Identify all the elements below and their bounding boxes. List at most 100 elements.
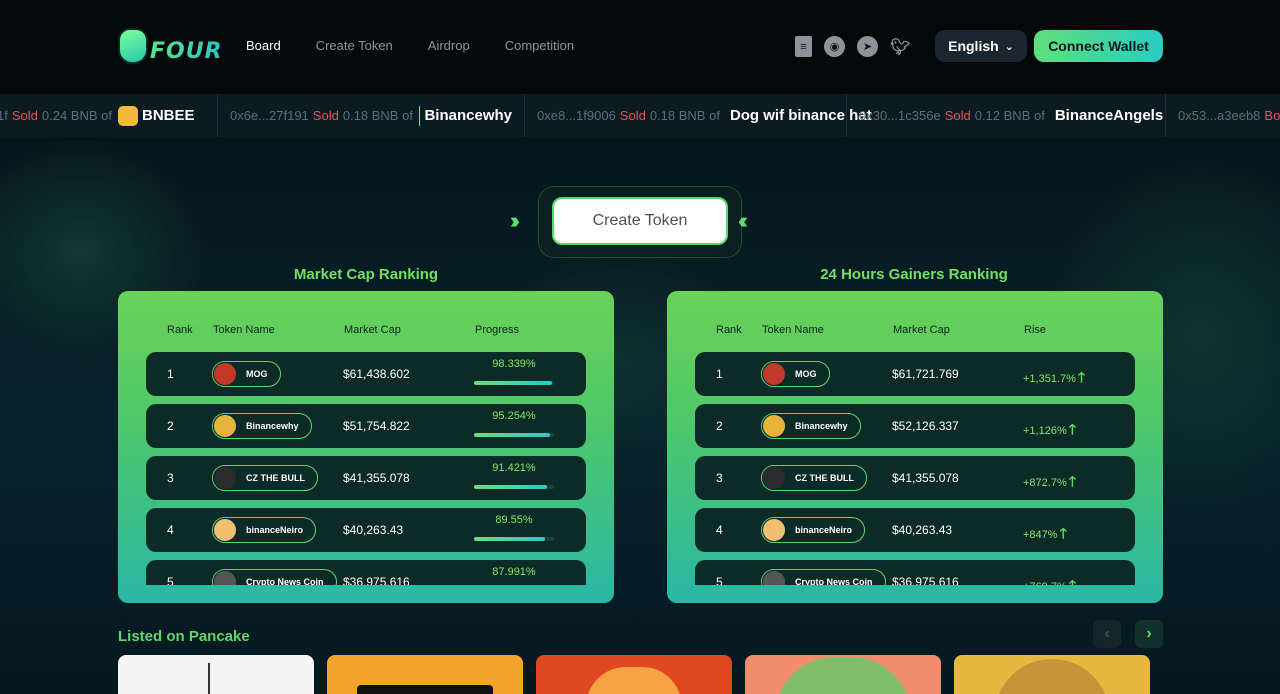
token-pill[interactable]: CZ THE BULL: [212, 465, 318, 491]
rise-value: +1,126%: [1023, 425, 1067, 437]
token-avatar-icon: [762, 518, 786, 542]
brand-logo[interactable]: FOUR: [118, 28, 223, 64]
table-row[interactable]: 3 CZ THE BULL $41,355.078 91.421%: [146, 456, 586, 500]
language-selector[interactable]: English ⌄: [935, 30, 1027, 62]
table-row[interactable]: 1 MOG $61,721.769 +1,351.7% 🡑: [695, 352, 1135, 396]
progress-bar: [474, 485, 554, 489]
rank-cell: 3: [716, 471, 723, 485]
header-market-cap: Market Cap: [344, 324, 401, 336]
ticker-action: Sold: [11, 108, 38, 123]
progress-fill: [474, 537, 546, 541]
ticker-item[interactable]: 1f Sold 0.24 BNB of BNBEE: [0, 94, 218, 137]
token-pill[interactable]: MOG: [212, 361, 281, 387]
token-pill[interactable]: binanceNeiro: [761, 517, 866, 543]
table-row[interactable]: 4 binanceNeiro $40,263.43 +847% 🡑: [695, 508, 1135, 552]
twitter-icon[interactable]: 🐦︎: [890, 36, 911, 57]
rise-cell: +769.7%🡑: [1023, 575, 1076, 585]
carousel-next-button[interactable]: ›: [1135, 620, 1163, 648]
progress-value: 87.991%: [492, 566, 536, 578]
listed-card-1[interactable]: [118, 655, 314, 694]
chevron-right-icon: ›››: [510, 208, 520, 233]
listed-card-4[interactable]: [745, 655, 941, 694]
brand-name: FOUR: [150, 38, 223, 64]
ticker-item[interactable]: 0xe8...1f9006 Sold 0.18 BNB of Dog wif bina…: [525, 94, 872, 137]
token-name: binanceNeiro: [795, 525, 853, 535]
progress-bar: [474, 381, 554, 385]
discord-icon[interactable]: ◉: [824, 36, 845, 57]
ticker-item[interactable]: 0x53...a3eeb8 Bo: [1166, 94, 1280, 137]
ticker-action: Sold: [944, 108, 971, 123]
table-row[interactable]: 4 binanceNeiro $40,263.43 89.55%: [146, 508, 586, 552]
progress-value: 95.254%: [492, 410, 536, 422]
token-pill[interactable]: Crypto News Coin: [761, 569, 886, 585]
token-pill[interactable]: MOG: [761, 361, 830, 387]
arrow-up-icon: 🡑: [1077, 369, 1086, 385]
table-row[interactable]: 3 CZ THE BULL $41,355.078 +872.7% 🡑: [695, 456, 1135, 500]
rise-value: +769.7%: [1023, 581, 1067, 585]
nav-airdrop[interactable]: Airdrop: [428, 38, 470, 53]
token-pill[interactable]: binanceNeiro: [212, 517, 317, 543]
ticker-address: 0x6e...27f191: [230, 108, 309, 123]
ticker-address: 0x30...1c356e: [859, 108, 941, 123]
nav-create-token[interactable]: Create Token: [316, 38, 393, 53]
table-row[interactable]: 5 Crypto News Coin $36,975.616 +769.7%🡑: [695, 560, 1135, 585]
listed-card-3[interactable]: [536, 655, 732, 694]
arrow-up-icon: 🡑: [1068, 473, 1077, 489]
hand-logo-icon: [118, 28, 148, 64]
token-avatar-icon: [762, 414, 786, 438]
arrow-up-icon: 🡑: [1059, 525, 1067, 541]
progress-bar: [474, 537, 554, 541]
market-cap-rows[interactable]: 1 MOG $61,438.602 98.339% 2 Binancewhy $51,754…: [146, 352, 586, 585]
token-pill[interactable]: Binancewhy: [761, 413, 861, 439]
connect-wallet-button[interactable]: Connect Wallet: [1034, 30, 1163, 62]
rise-cell: +847% 🡑: [1023, 523, 1067, 547]
ticker-action: Bo: [1264, 108, 1280, 123]
token-pill[interactable]: Binancewhy: [212, 413, 312, 439]
ticker-amount: 0.24 BNB of: [41, 108, 112, 123]
document-icon[interactable]: ≡: [795, 36, 812, 57]
language-label: English: [948, 38, 999, 54]
rank-cell: 3: [167, 471, 174, 485]
rise-cell: +1,351.7% 🡑: [1023, 367, 1085, 391]
header-rise: Rise: [1024, 324, 1047, 336]
rank-cell: 4: [167, 523, 174, 537]
ticker-item[interactable]: 0x30...1c356e Sold 0.12 BNB of BinanceAngel…: [847, 94, 1166, 137]
rise-value: +847%: [1023, 529, 1058, 541]
token-avatar-icon: [117, 105, 138, 126]
token-pill[interactable]: CZ THE BULL: [761, 465, 867, 491]
ticker-token: BinanceAngels: [1054, 107, 1164, 124]
rise-value: +1,351.7%: [1023, 373, 1076, 385]
carousel-prev-button[interactable]: ‹: [1093, 620, 1121, 648]
arrow-up-icon: 🡑: [1068, 577, 1077, 585]
header-rank: Rank: [167, 324, 193, 336]
listed-card-2[interactable]: [327, 655, 523, 694]
token-name: MOG: [795, 369, 817, 379]
token-pill[interactable]: Crypto News Coin: [212, 569, 337, 585]
token-avatar-icon: [762, 570, 786, 585]
market-cap-cell: $41,355.078: [343, 471, 410, 485]
top-header: FOUR Board Create Token Airdrop Competit…: [0, 0, 1280, 94]
nav-board[interactable]: Board: [246, 38, 281, 53]
market-cap-cell: $51,754.822: [343, 419, 410, 433]
market-cap-title: Market Cap Ranking: [293, 266, 439, 283]
rise-cell: +1,126% 🡑: [1023, 419, 1076, 443]
table-row[interactable]: 5 Crypto News Coin $36,975.616 87.991%: [146, 560, 586, 585]
ticker-item[interactable]: 0x6e...27f191 Sold 0.18 BNB of Binancewhy: [218, 94, 525, 137]
table-row[interactable]: 2 Binancewhy $52,126.337 +1,126% 🡑: [695, 404, 1135, 448]
token-avatar-icon: [213, 362, 237, 386]
token-name: Binancewhy: [246, 421, 299, 431]
ticker-token: Binancewhy: [424, 107, 512, 124]
create-token-button[interactable]: Create Token: [552, 197, 728, 245]
telegram-icon[interactable]: ➤: [857, 36, 878, 57]
header-rank: Rank: [716, 324, 742, 336]
header-token-name: Token Name: [762, 324, 824, 336]
listed-card-5[interactable]: [954, 655, 1150, 694]
gainers-rows[interactable]: 1 MOG $61,721.769 +1,351.7% 🡑 2 Binancewhy $52,…: [695, 352, 1135, 585]
main-nav: Board Create Token Airdrop Competition: [246, 38, 609, 53]
table-row[interactable]: 2 Binancewhy $51,754.822 95.254%: [146, 404, 586, 448]
rank-cell: 4: [716, 523, 723, 537]
nav-competition[interactable]: Competition: [505, 38, 574, 53]
progress-bar: [474, 433, 554, 437]
doge-coin-icon: [994, 659, 1110, 694]
table-row[interactable]: 1 MOG $61,438.602 98.339%: [146, 352, 586, 396]
